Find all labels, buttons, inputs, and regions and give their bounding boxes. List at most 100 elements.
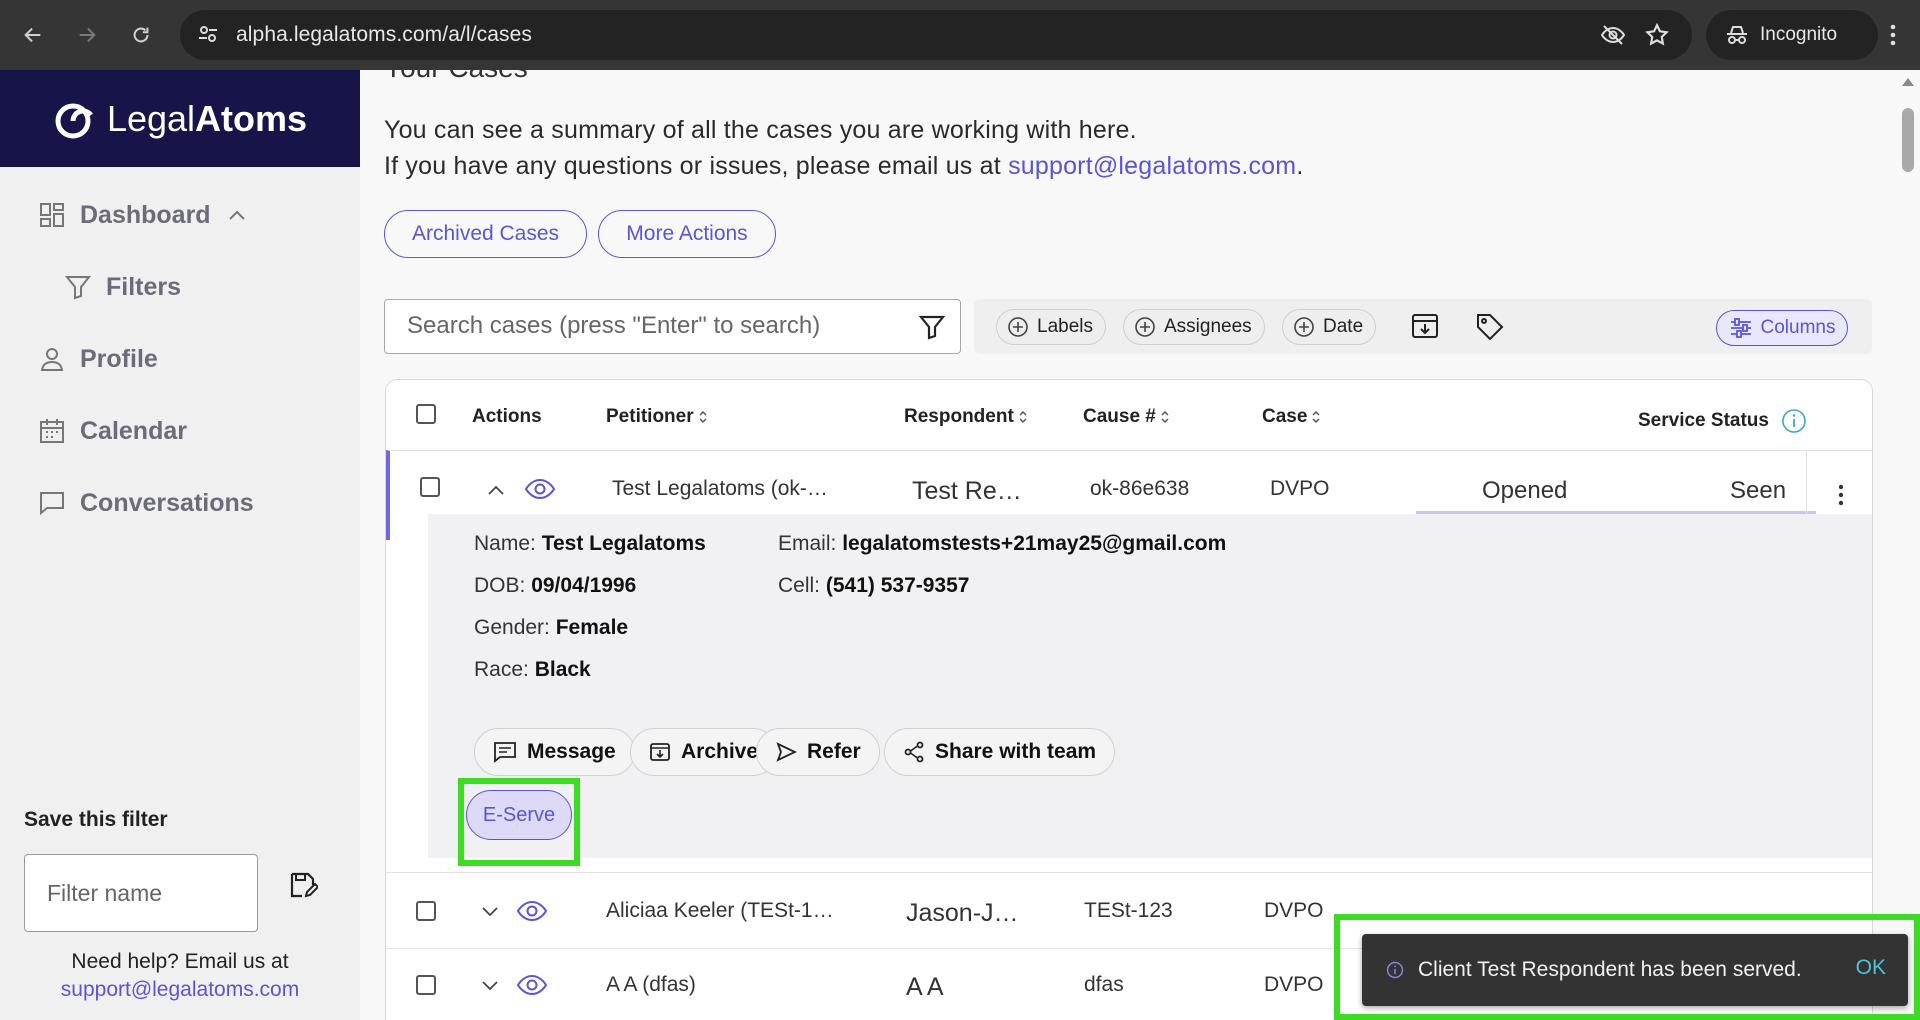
sidebar-item-dashboard[interactable]: Dashboard xyxy=(38,195,261,235)
sidebar-item-profile[interactable]: Profile xyxy=(38,339,158,379)
plus-circle-icon xyxy=(1008,317,1028,337)
select-all-checkbox[interactable] xyxy=(416,404,436,424)
filter-icon[interactable] xyxy=(918,313,946,341)
description-suffix: . xyxy=(1296,152,1304,180)
detail-label: Email: xyxy=(778,532,837,555)
plus-circle-icon xyxy=(1294,317,1314,337)
sort-icon xyxy=(1019,410,1027,424)
star-icon[interactable] xyxy=(1644,22,1670,48)
refer-button[interactable]: Refer xyxy=(756,728,880,776)
message-icon xyxy=(494,742,516,763)
sidebar-item-filters[interactable]: Filters xyxy=(64,267,181,307)
detail-race: Race: Black xyxy=(474,658,591,682)
incognito-indicator[interactable]: Incognito xyxy=(1706,10,1878,60)
detail-gender: Gender: Female xyxy=(474,616,628,640)
button-label: Share with team xyxy=(935,740,1097,763)
save-filter-icon[interactable] xyxy=(288,870,318,900)
tag-icon[interactable] xyxy=(1474,311,1506,343)
search-input[interactable] xyxy=(407,312,887,340)
column-header-case[interactable]: Case xyxy=(1262,406,1321,428)
calendar-icon xyxy=(40,419,64,443)
chat-icon xyxy=(40,492,64,516)
cause-cell: dfas xyxy=(1084,973,1124,996)
filter-name-input[interactable] xyxy=(24,854,258,932)
sidebar-item-conversations[interactable]: Conversations xyxy=(38,483,254,523)
button-label: Message xyxy=(527,740,616,763)
brand-header[interactable]: LegalAtoms xyxy=(0,70,360,167)
detail-cell: Cell: (541) 537-9357 xyxy=(778,574,969,598)
case-cell: DVPO xyxy=(1264,973,1324,996)
chevron-down-icon[interactable] xyxy=(480,979,500,993)
columns-button[interactable]: Columns xyxy=(1716,310,1848,346)
reload-icon[interactable] xyxy=(124,18,158,52)
eye-icon[interactable] xyxy=(516,899,548,923)
e-serve-button[interactable]: E-Serve xyxy=(466,790,572,840)
header-label: Case xyxy=(1262,406,1308,427)
detail-label: Race: xyxy=(474,658,529,681)
main-content: Your Cases You can see a summary of all … xyxy=(360,70,1920,1020)
status-opened: Opened xyxy=(1482,477,1568,504)
column-header-service-status: Service Status xyxy=(1638,408,1807,434)
logo[interactable]: LegalAtoms xyxy=(53,95,307,143)
eye-off-icon[interactable] xyxy=(1600,23,1626,47)
sort-icon xyxy=(1312,410,1320,424)
sidebar-item-label: Filters xyxy=(106,272,182,301)
row-checkbox[interactable] xyxy=(416,975,436,995)
cause-cell: ok-86e638 xyxy=(1090,477,1190,500)
respondent-cell: Test Re… xyxy=(912,477,1022,505)
labels-chip[interactable]: Labels xyxy=(996,309,1106,345)
info-icon[interactable] xyxy=(1781,408,1807,434)
support-email-link[interactable]: support@legalatoms.com xyxy=(1008,152,1296,180)
message-button[interactable]: Message xyxy=(474,728,635,776)
chevron-up-icon[interactable] xyxy=(486,483,506,497)
share-with-team-button[interactable]: Share with team xyxy=(884,728,1116,776)
address-bar[interactable]: alpha.legalatoms.com/a/l/cases xyxy=(180,10,1692,60)
site-settings-icon[interactable] xyxy=(196,22,220,46)
header-label: Respondent xyxy=(904,406,1014,427)
detail-email: Email: legalatomstests+21may25@gmail.com xyxy=(778,532,1226,556)
chip-label: Assignees xyxy=(1164,316,1252,337)
petitioner-cell: Test Legalatoms (ok-… xyxy=(612,477,828,500)
column-header-respondent[interactable]: Respondent xyxy=(904,406,1028,428)
filter-toolbar: Labels Assignees Date Columns xyxy=(974,299,1872,354)
help-text: Need help? Email us at xyxy=(71,950,289,973)
browser-toolbar: alpha.legalatoms.com/a/l/cases Incognito xyxy=(0,0,1920,70)
column-header-cause[interactable]: Cause # xyxy=(1083,406,1170,428)
dashboard-icon xyxy=(40,203,64,227)
case-cell: DVPO xyxy=(1270,477,1330,500)
row-checkbox[interactable] xyxy=(420,477,440,497)
browser-menu-icon[interactable] xyxy=(1876,18,1910,52)
cause-cell: TESt-123 xyxy=(1084,899,1173,922)
more-actions-button[interactable]: More Actions xyxy=(598,210,776,258)
eye-icon[interactable] xyxy=(516,973,548,997)
archived-cases-button[interactable]: Archived Cases xyxy=(384,210,587,258)
chevron-down-icon[interactable] xyxy=(480,905,500,919)
date-chip[interactable]: Date xyxy=(1282,309,1377,345)
chevron-up-icon[interactable] xyxy=(227,208,247,222)
help-email-link[interactable]: support@legalatoms.com xyxy=(0,978,360,1002)
detail-value: Black xyxy=(534,658,591,681)
archive-box-icon[interactable] xyxy=(1410,311,1440,341)
row-checkbox[interactable] xyxy=(416,901,436,921)
toast-ok-button[interactable]: OK xyxy=(1856,956,1886,980)
archive-button[interactable]: Archive xyxy=(630,728,778,776)
scrollbar-thumb[interactable] xyxy=(1902,108,1914,172)
sidebar-item-calendar[interactable]: Calendar xyxy=(38,411,187,451)
column-header-actions: Actions xyxy=(472,406,542,428)
button-label: Archive xyxy=(681,740,759,763)
eye-icon[interactable] xyxy=(524,477,556,501)
toast-notification: Client Test Respondent has been served. … xyxy=(1362,934,1908,1006)
detail-value: 09/04/1996 xyxy=(531,574,637,597)
forward-icon[interactable] xyxy=(70,18,104,52)
back-icon[interactable] xyxy=(16,18,50,52)
info-icon xyxy=(1386,961,1404,979)
chip-label: Date xyxy=(1323,316,1364,337)
assignees-chip[interactable]: Assignees xyxy=(1123,309,1265,345)
petitioner-cell: A A (dfas) xyxy=(606,973,696,996)
header-label: Cause # xyxy=(1083,406,1156,427)
detail-name: Name: Test Legalatoms xyxy=(474,532,706,556)
column-header-petitioner[interactable]: Petitioner xyxy=(606,406,708,428)
scroll-up-arrow-icon[interactable] xyxy=(1900,76,1916,88)
incognito-label: Incognito xyxy=(1760,24,1838,45)
sort-icon xyxy=(699,410,707,424)
